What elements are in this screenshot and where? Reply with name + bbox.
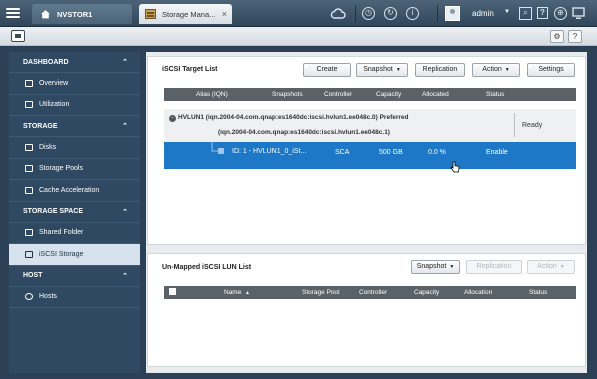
snapshot-button[interactable]: Snapshot ▼	[356, 63, 408, 77]
user-name[interactable]: admin	[472, 9, 494, 18]
tree-connector-icon	[211, 142, 224, 154]
help-button[interactable]: ?	[568, 30, 582, 43]
cache-icon	[25, 186, 33, 194]
globe-icon[interactable]: ⊕	[554, 7, 567, 20]
host-tab[interactable]: NVSTOR1	[32, 4, 132, 24]
lun-capacity: 500 GB	[379, 149, 403, 156]
dropdown-arrow-icon: ▼	[395, 67, 401, 73]
disk-icon	[25, 143, 33, 151]
unmapped-lun-panel: Un-Mapped iSCSI LUN List Snapshot ▼ Repli…	[147, 253, 586, 367]
column-header[interactable]: Capacity	[376, 91, 401, 98]
dropdown-arrow-icon: ▼	[504, 67, 510, 73]
sort-arrow-icon[interactable]: ▲	[245, 290, 250, 296]
panel-title: iSCSI Target List	[162, 66, 218, 73]
avatar[interactable]	[445, 6, 460, 21]
chevron-up-icon[interactable]: ⌃	[122, 122, 128, 130]
sidebar-item-disks[interactable]: Disks	[9, 137, 140, 159]
settings-button[interactable]: Settings	[527, 63, 575, 77]
app-menu-button[interactable]	[11, 30, 25, 42]
sidebar-section-storage-space[interactable]: STORAGE SPACE ⌃	[9, 202, 140, 223]
status-text: Ready	[522, 122, 543, 129]
sidebar-item-cache-acceleration[interactable]: Cache Acceleration	[9, 180, 140, 202]
lun-id: ID: 1 - HVLUN1_0_iSt...	[232, 148, 307, 155]
target-iqn: (iqn.2004-04.com.qnap:es1640dc:iscsi.hvl…	[218, 129, 390, 136]
sidebar-section-host[interactable]: HOST ⌃	[9, 266, 140, 287]
host-tab-label: NVSTOR1	[57, 9, 93, 19]
table-header: Alias (IQN) Snapshots Controller Capacit…	[164, 88, 576, 101]
storage-manager-tab[interactable]: Storage Mana... ×	[139, 4, 232, 24]
dropdown-arrow-icon: ▼	[559, 264, 565, 270]
overview-icon	[25, 79, 33, 87]
collapse-icon[interactable]: −	[169, 115, 176, 122]
cloud-icon[interactable]	[330, 7, 346, 20]
lun-controller: SCA	[335, 149, 350, 156]
sidebar-item-hosts[interactable]: Hosts	[9, 287, 140, 308]
column-header[interactable]: Status	[486, 91, 504, 98]
action-button[interactable]: Action ▼	[527, 260, 575, 274]
sidebar-item-storage-pools[interactable]: Storage Pools	[9, 159, 140, 180]
replication-button[interactable]: Replication	[466, 260, 522, 274]
table-header: Name ▲ Storage Pool Controller Capacity …	[164, 286, 576, 299]
main-menu-icon[interactable]	[6, 6, 20, 20]
chevron-up-icon[interactable]: ⌃	[122, 208, 128, 216]
sidebar-item-shared-folder[interactable]: Shared Folder	[9, 223, 140, 244]
chevron-down-icon[interactable]: ▼	[504, 9, 510, 15]
panel-title: Un-Mapped iSCSI LUN List	[162, 264, 252, 271]
chevron-up-icon[interactable]: ⌃	[122, 58, 128, 66]
column-header[interactable]: Controller	[324, 91, 352, 98]
iscsi-icon	[25, 250, 33, 258]
lun-allocated: 0.0 %	[428, 149, 446, 156]
storage-manager-tab-label: Storage Mana...	[162, 9, 216, 19]
monitor-icon[interactable]	[572, 7, 585, 20]
sidebar-section-dashboard[interactable]: DASHBOARD ⌃	[9, 52, 140, 73]
select-all-checkbox[interactable]	[169, 288, 176, 295]
gear-icon	[25, 293, 33, 301]
help-icon[interactable]: ?	[537, 7, 548, 19]
settings-gear-button[interactable]: ⚙	[550, 30, 564, 43]
sidebar-item-iscsi-storage[interactable]: iSCSI Storage	[9, 244, 140, 266]
replication-button[interactable]: Replication	[415, 63, 465, 77]
column-header[interactable]: Status	[529, 289, 547, 296]
column-header[interactable]: Allocated	[422, 91, 449, 98]
hand-cursor-icon	[450, 161, 460, 173]
info-icon[interactable]: i	[406, 7, 419, 20]
refresh-icon[interactable]: ↻	[384, 7, 397, 20]
chevron-up-icon[interactable]: ⌃	[122, 272, 128, 280]
storage-manager-icon	[145, 9, 156, 19]
folder-icon	[25, 229, 33, 237]
separator	[437, 5, 438, 22]
clock-icon[interactable]: ◷	[362, 7, 375, 20]
separator	[355, 5, 356, 22]
column-header[interactable]: Capacity	[414, 289, 439, 296]
storage-pool-icon	[25, 165, 33, 173]
sidebar-section-storage[interactable]: STORAGE ⌃	[9, 116, 140, 137]
sub-bar: ⚙ ?	[0, 27, 597, 46]
column-header[interactable]: Alias (IQN)	[196, 91, 228, 98]
target-name: HVLUN1 (iqn.2004-04.com.qnap:es1640dc:is…	[178, 114, 409, 121]
lun-status: Enable	[486, 149, 508, 156]
sidebar-item-utilization[interactable]: Utilization	[9, 95, 140, 116]
snapshot-button[interactable]: Snapshot ▼	[411, 260, 460, 274]
column-header[interactable]: Name	[224, 289, 241, 296]
table-row[interactable]: − HVLUN1 (iqn.2004-04.com.qnap:es1640dc:…	[164, 109, 576, 142]
column-header[interactable]: Controller	[359, 289, 387, 296]
sidebar: DASHBOARD ⌃ Overview Utilization STORAGE ⌃…	[9, 52, 140, 373]
create-button[interactable]: Create	[303, 63, 351, 77]
divider	[514, 113, 515, 137]
column-header[interactable]: Allocation	[464, 289, 492, 296]
column-header[interactable]: Snapshots	[272, 91, 303, 98]
utilization-icon	[25, 101, 33, 109]
action-button[interactable]: Action ▼	[472, 63, 520, 77]
home-icon	[41, 10, 50, 19]
dropdown-arrow-icon: ▼	[449, 264, 455, 270]
table-row[interactable]: ID: 1 - HVLUN1_0_iSt... SCA 500 GB 0.0 %…	[164, 142, 576, 169]
search-icon[interactable]: ⌕	[519, 7, 532, 20]
iscsi-target-panel: iSCSI Target List Create Snapshot ▼ Repli…	[147, 56, 586, 245]
sidebar-item-overview[interactable]: Overview	[9, 73, 140, 95]
top-bar: NVSTOR1 Storage Mana... × ◷ ↻ i admin ▼ …	[0, 0, 597, 27]
column-header[interactable]: Storage Pool	[302, 289, 340, 296]
close-icon[interactable]: ×	[222, 9, 227, 19]
